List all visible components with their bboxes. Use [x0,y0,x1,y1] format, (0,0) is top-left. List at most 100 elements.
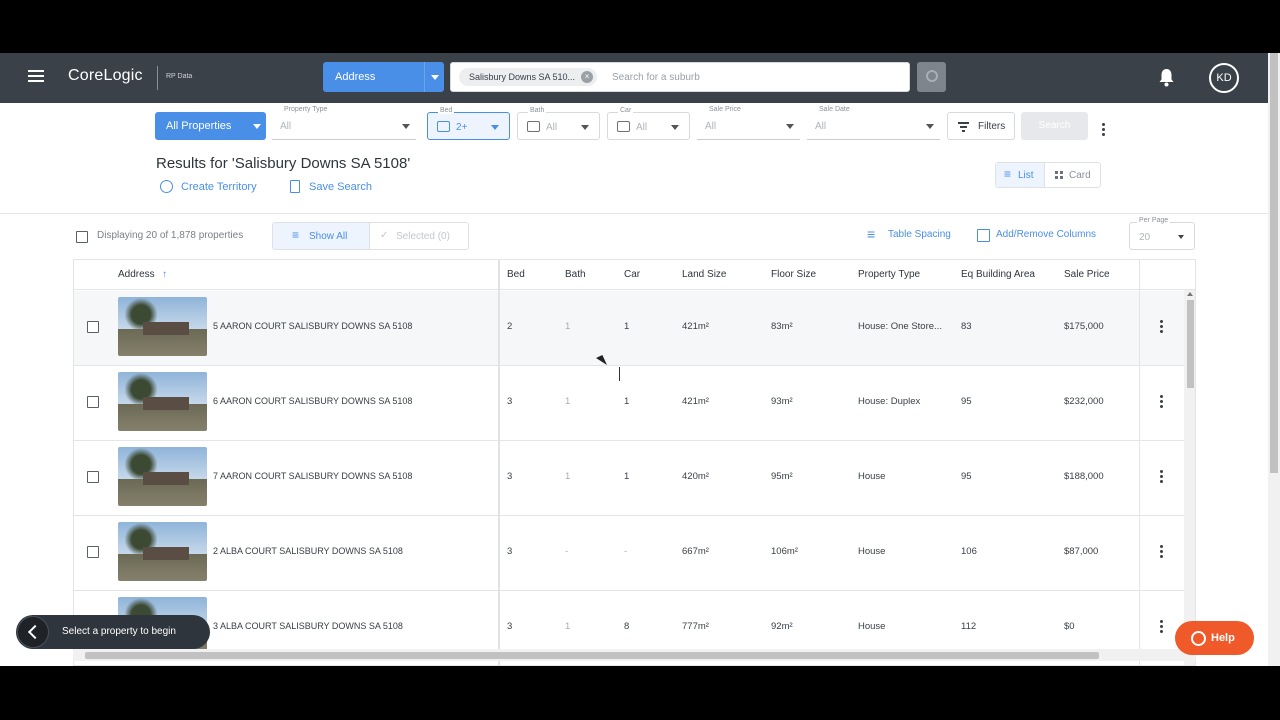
column-header-property-type[interactable]: Property Type [858,269,920,280]
property-photo[interactable] [118,522,207,581]
property-photo[interactable] [118,297,207,356]
close-icon[interactable]: × [581,71,594,83]
row-car: 1 [624,321,630,332]
card-view-button[interactable]: Card [1044,163,1100,187]
row-more-icon[interactable] [1160,545,1163,560]
row-property-type: House [858,471,886,482]
search-input[interactable]: Salisbury Downs SA 510... × Search for a… [450,62,910,92]
create-territory-link[interactable]: Create Territory [160,180,257,193]
car-select[interactable]: Car All [607,107,690,140]
row-more-icon[interactable] [1160,320,1163,335]
row-more-icon[interactable] [1160,470,1163,485]
text-cursor [619,367,620,381]
save-search-link[interactable]: Save Search [290,180,372,193]
row-bed: 3 [507,396,513,407]
chevron-left-icon[interactable] [17,616,49,648]
bath-select[interactable]: Bath All [517,107,600,140]
table-row[interactable]: 6 AARON COURT SALISBURY DOWNS SA 5108 3 … [74,366,1184,441]
row-address[interactable]: 3 ALBA COURT SALISBURY DOWNS SA 5108 [213,621,403,631]
column-header-bed[interactable]: Bed [507,269,525,280]
table-hscroll-thumb[interactable] [85,652,1099,659]
row-address[interactable]: 5 AARON COURT SALISBURY DOWNS SA 5108 [213,321,412,331]
search-placeholder: Search for a suburb [612,72,700,83]
sort-up-icon[interactable]: ↑ [162,269,167,280]
suburb-chip[interactable]: Salisbury Downs SA 510... × [459,68,598,86]
sale-date-value: All [815,121,827,132]
search-type-label: Address [335,71,376,83]
row-more-icon[interactable] [1160,395,1163,410]
row-checkbox[interactable] [87,396,99,408]
property-photo[interactable] [118,447,207,506]
chevron-down-icon[interactable] [424,62,444,92]
property-photo[interactable] [118,372,207,431]
selected-tab[interactable]: Selected (0) [370,222,469,250]
more-options-icon[interactable] [1102,123,1105,138]
row-address[interactable]: 6 AARON COURT SALISBURY DOWNS SA 5108 [213,396,412,406]
bookmark-icon [290,180,300,193]
column-header-eq-building-area[interactable]: Eq Building Area [961,269,1035,280]
sale-price-select[interactable]: Sale Price All [697,106,800,140]
property-scope-dropdown[interactable]: All Properties [155,112,266,140]
row-bath: 1 [565,471,571,482]
row-bed: 3 [507,471,513,482]
chevron-down-icon[interactable] [248,112,266,140]
search-button[interactable]: Search [1021,112,1088,140]
table-row[interactable]: 7 AARON COURT SALISBURY DOWNS SA 5108 3 … [74,441,1184,516]
help-button[interactable]: Help [1175,621,1254,655]
row-property-type: House [858,546,886,557]
page-scrollbar-thumb[interactable] [1270,53,1278,473]
select-all-checkbox[interactable] [76,231,88,243]
add-remove-columns-button[interactable]: Add/Remove Columns [976,229,1096,242]
row-land-size: 777m² [682,621,709,632]
table-row[interactable]: 2 ALBA COURT SALISBURY DOWNS SA 5108 3 -… [74,516,1184,591]
table-horizontal-scrollbar[interactable] [73,649,1196,661]
row-checkbox[interactable] [87,546,99,558]
row-bed: 3 [507,621,513,632]
row-address[interactable]: 7 AARON COURT SALISBURY DOWNS SA 5108 [213,471,412,481]
bath-value: All [546,122,558,133]
column-header-address[interactable]: Address [118,269,155,280]
toast-text: Select a property to begin [62,626,176,637]
search-icon-button[interactable] [917,62,946,92]
table-spacing-button[interactable]: Table Spacing [867,226,951,242]
bed-select[interactable]: Bed 2+ [427,107,510,140]
bell-icon[interactable] [1158,68,1175,87]
row-land-size: 421m² [682,321,709,332]
show-all-tab[interactable]: Show All [272,222,370,250]
car-label: Car [618,107,634,114]
per-page-select[interactable]: Per Page 20 [1129,217,1195,250]
page-scrollbar[interactable] [1268,53,1280,666]
search-type-dropdown[interactable]: Address [323,62,444,92]
row-address[interactable]: 2 ALBA COURT SALISBURY DOWNS SA 5108 [213,546,403,556]
row-sale-price: $175,000 [1064,321,1104,332]
sale-price-value: All [705,121,717,132]
column-header-bath[interactable]: Bath [565,269,586,280]
list-view-button[interactable]: List [996,163,1044,187]
row-sale-price: $232,000 [1064,396,1104,407]
menu-icon[interactable] [28,70,44,82]
row-checkbox[interactable] [87,321,99,333]
filters-button[interactable]: Filters [947,112,1015,140]
row-land-size: 667m² [682,546,709,557]
create-territory-label: Create Territory [181,181,257,193]
page-title: Results for 'Salisbury Downs SA 5108' [156,155,411,172]
sale-date-select[interactable]: Sale Date All [807,106,940,140]
table-vertical-scrollbar[interactable] [1184,290,1195,665]
row-eq-building-area: 112 [961,621,977,632]
scroll-up-icon[interactable] [1187,292,1193,296]
column-header-floor-size[interactable]: Floor Size [771,269,816,280]
column-header-land-size[interactable]: Land Size [682,269,726,280]
chevron-down-icon [491,125,499,130]
row-more-icon[interactable] [1160,620,1163,635]
property-type-select[interactable]: Property Type All [272,106,416,140]
user-avatar[interactable]: KD [1209,63,1239,93]
column-header-car[interactable]: Car [624,269,640,280]
row-floor-size: 106m² [771,546,798,557]
row-floor-size: 93m² [771,396,793,407]
row-bath: 1 [565,621,571,632]
table-row[interactable]: 5 AARON COURT SALISBURY DOWNS SA 5108 2 … [74,291,1184,366]
column-header-sale-price[interactable]: Sale Price [1064,269,1110,280]
filters-button-label: Filters [978,121,1006,132]
table-scrollbar-thumb[interactable] [1187,300,1194,388]
row-checkbox[interactable] [87,471,99,483]
